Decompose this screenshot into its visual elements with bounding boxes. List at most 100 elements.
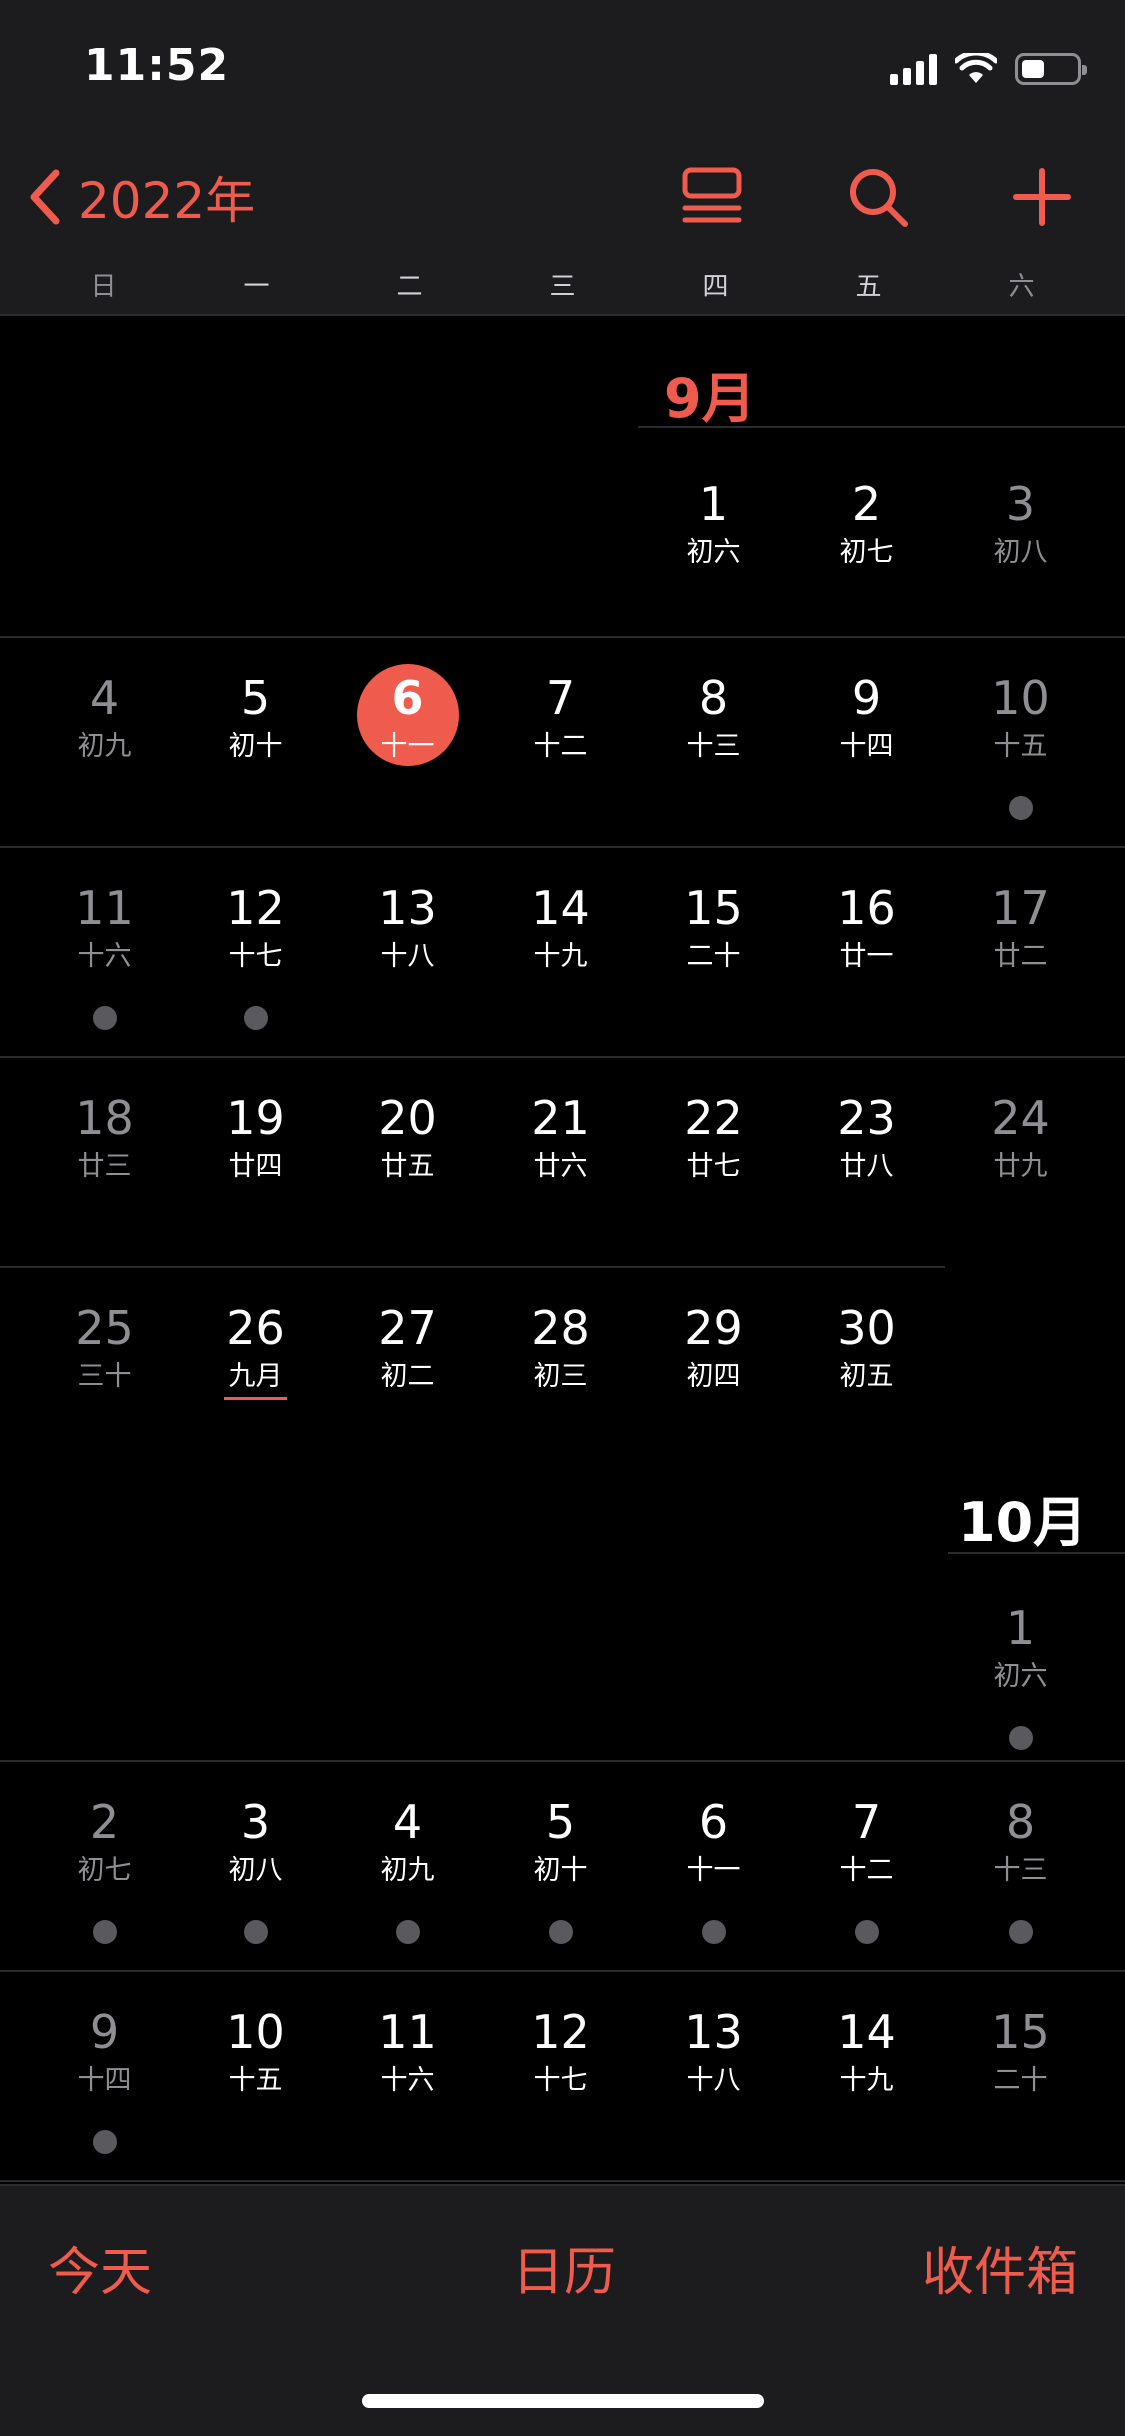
day-cell[interactable]: 26 九月 [179,1272,332,1472]
event-dot [396,1920,420,1944]
lunar-date: 十六 [380,2065,435,2096]
lunar-date: 十九 [839,2065,894,2096]
day-cell[interactable]: 28 初三 [484,1272,637,1472]
event-dot [855,1920,879,1944]
event-dot [549,1920,573,1944]
day-cell[interactable]: 8 十三 [637,642,790,842]
lunar-date: 二十 [993,2065,1048,2096]
day-cell[interactable]: 10 十五 [179,1976,332,2176]
lunar-date: 十七 [228,941,283,972]
day-cell[interactable]: 7 十二 [484,642,637,842]
day-number: 6 [698,1795,729,1849]
back-to-year-button[interactable]: 2022年 [24,160,255,234]
day-number: 16 [837,881,896,935]
day-cell[interactable]: 27 初二 [331,1272,484,1472]
lunar-date: 廿九 [993,1151,1048,1182]
day-number: 5 [545,1795,576,1849]
day-cell[interactable]: 14 十九 [790,1976,943,2176]
day-number: 9 [89,2005,120,2059]
day-cell[interactable]: 7 十二 [790,1766,943,1966]
day-cell[interactable]: 5 初十 [179,642,332,842]
event-dot [93,1006,117,1030]
day-cell[interactable]: 1 初六 [944,1572,1097,1772]
day-cell[interactable]: 2 初七 [790,448,943,648]
weekday-label: 二 [396,272,423,302]
week-separator [0,1056,1125,1058]
day-cell[interactable]: 8 十三 [944,1766,1097,1966]
weekday-label: 三 [549,272,576,302]
day-cell[interactable]: 13 十八 [637,1976,790,2176]
day-cell[interactable]: 23 廿八 [790,1062,943,1262]
day-number: 8 [1005,1795,1036,1849]
inbox-button[interactable]: 收件箱 [922,2230,1078,2305]
day-cell[interactable]: 6 十一 [637,1766,790,1966]
day-cell[interactable]: 4 初九 [28,642,181,842]
today-button[interactable]: 今天 [48,2230,152,2305]
day-cell[interactable]: 19 廿四 [179,1062,332,1262]
lunar-date: 初五 [839,1361,894,1392]
day-cell[interactable]: 16 廿一 [790,852,943,1052]
day-number: 30 [837,1301,896,1355]
day-number: 24 [991,1091,1050,1145]
add-event-button[interactable] [1002,160,1082,234]
day-cell[interactable]: 30 初五 [790,1272,943,1472]
day-cell[interactable]: 25 三十 [28,1272,181,1472]
day-cell[interactable]: 3 初八 [179,1766,332,1966]
day-number: 8 [698,671,729,725]
day-cell[interactable]: 21 廿六 [484,1062,637,1262]
lunar-date: 廿四 [228,1151,283,1182]
day-cell[interactable]: 11 十六 [28,852,181,1052]
day-cell[interactable]: 12 十七 [484,1976,637,2176]
day-cell[interactable]: 15 二十 [944,1976,1097,2176]
day-number: 3 [240,1795,271,1849]
lunar-date: 十五 [993,731,1048,762]
day-cell[interactable]: 24 廿九 [944,1062,1097,1262]
day-number: 4 [392,1795,423,1849]
list-view-icon [682,167,742,223]
day-number: 28 [531,1301,590,1355]
day-cell[interactable]: 10 十五 [944,642,1097,842]
day-number: 3 [1005,477,1036,531]
day-cell[interactable]: 18 廿三 [28,1062,181,1262]
wifi-icon [955,53,997,83]
chevron-left-icon [30,169,60,225]
lunar-date: 十一 [686,1855,741,1886]
day-cell[interactable]: 20 廿五 [331,1062,484,1262]
list-view-button[interactable] [672,160,752,234]
day-number: 19 [226,1091,285,1145]
event-dot [1009,1920,1033,1944]
event-dot [244,1006,268,1030]
day-cell[interactable]: 9 十四 [790,642,943,842]
day-cell[interactable]: 1 初六 [637,448,790,648]
day-cell[interactable]: 6 十一 [331,642,484,842]
month-header-line [638,426,1125,428]
day-number: 26 [226,1301,285,1355]
calendars-button[interactable]: 日历 [512,2230,616,2305]
lunar-date: 廿三 [77,1151,132,1182]
day-number: 13 [378,881,437,935]
day-number: 7 [851,1795,882,1849]
day-cell[interactable]: 2 初七 [28,1766,181,1966]
day-cell[interactable]: 3 初八 [944,448,1097,648]
day-cell[interactable]: 4 初九 [331,1766,484,1966]
lunar-date: 十二 [533,731,588,762]
month-scroll-view[interactable]: 9月 10月 1 初六 2 初七 3 初八 4 初九 5 初十 6 十一 7 十二 8 十三 9 十四 10 十五 11… [0,318,1125,2184]
day-cell[interactable]: 12 十七 [179,852,332,1052]
day-cell[interactable]: 9 十四 [28,1976,181,2176]
day-cell[interactable]: 5 初十 [484,1766,637,1966]
lunar-date: 初八 [993,537,1048,568]
lunar-date: 十三 [686,731,741,762]
day-cell[interactable]: 13 十八 [331,852,484,1052]
lunar-date: 初九 [77,731,132,762]
day-cell[interactable]: 22 廿七 [637,1062,790,1262]
day-cell[interactable]: 29 初四 [637,1272,790,1472]
day-cell[interactable]: 15 二十 [637,852,790,1052]
day-cell[interactable]: 17 廿二 [944,852,1097,1052]
lunar-date: 廿八 [839,1151,894,1182]
search-button[interactable] [838,160,918,234]
day-cell[interactable]: 11 十六 [331,1976,484,2176]
day-number: 5 [240,671,271,725]
day-cell[interactable]: 14 十九 [484,852,637,1052]
lunar-date: 廿一 [839,941,894,972]
lunar-date: 初四 [686,1361,741,1392]
